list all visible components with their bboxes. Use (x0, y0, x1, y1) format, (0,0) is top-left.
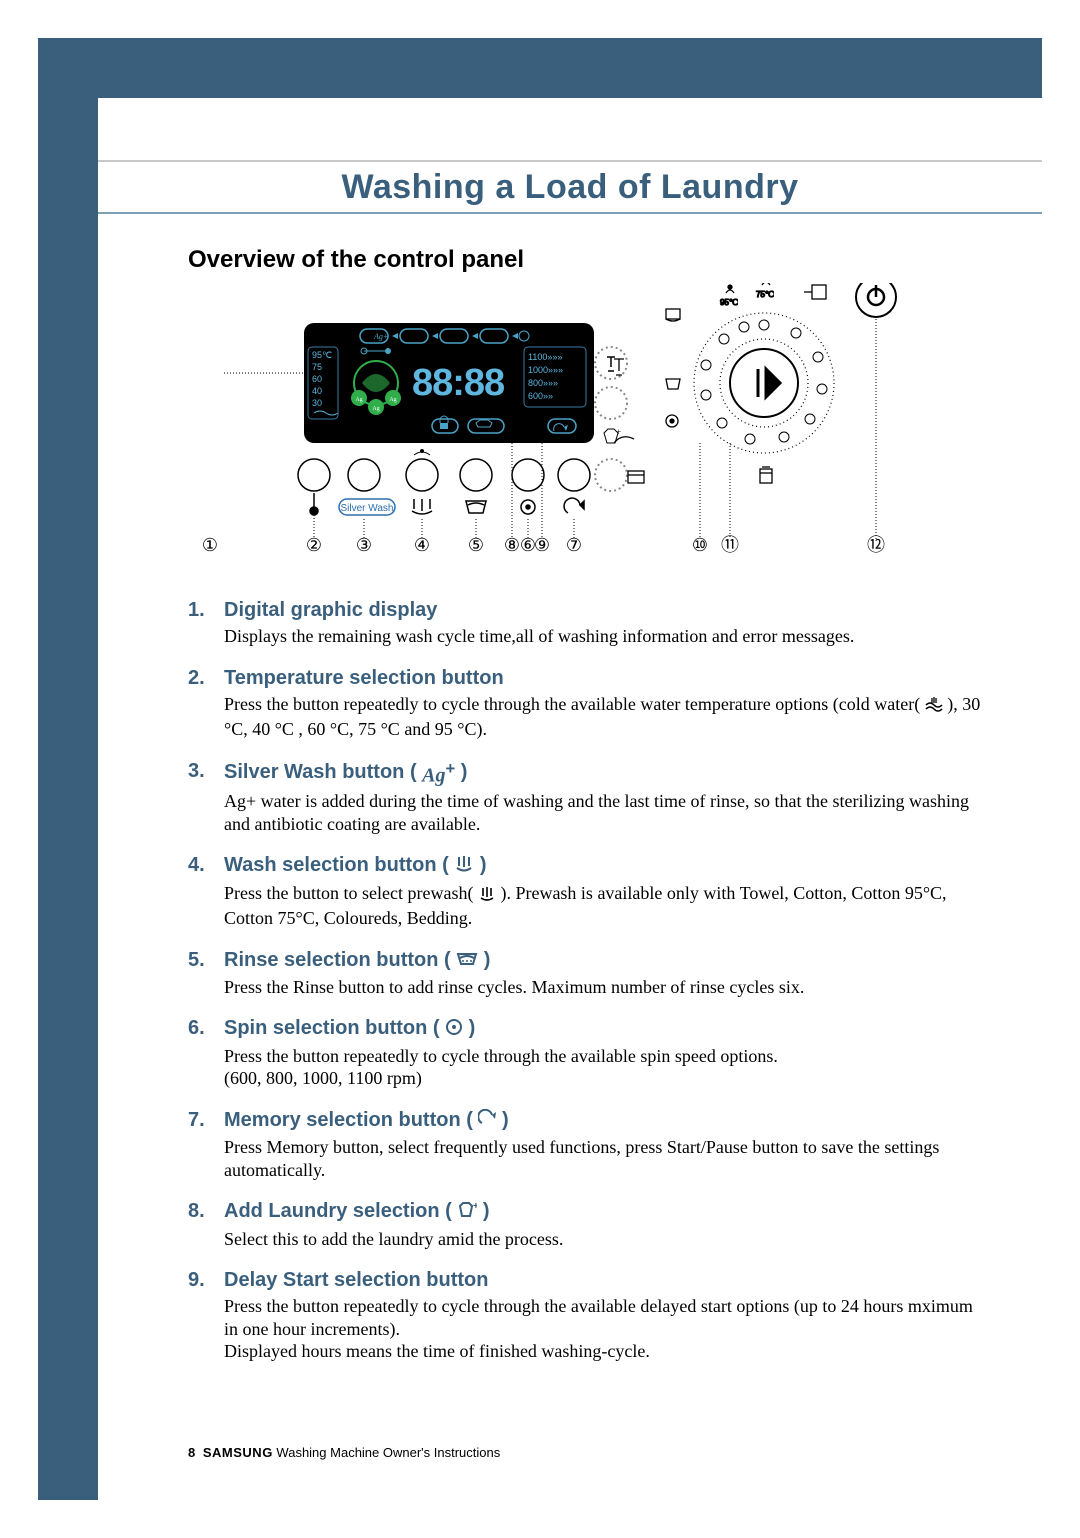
svg-text:+: + (616, 427, 621, 437)
section-heading: Overview of the control panel (188, 246, 524, 274)
svg-text:④: ④ (414, 535, 430, 555)
svg-text:1100»»»: 1100»»» (528, 352, 562, 362)
svg-text:75: 75 (312, 362, 322, 372)
svg-text:800»»»: 800»»» (528, 378, 558, 388)
svg-text:40: 40 (312, 386, 322, 396)
svg-text:⑤: ⑤ (468, 535, 484, 555)
items-list: 1. Digital graphic display Displays the … (188, 598, 982, 1381)
chapter-title-band: Washing a Load of Laundry (98, 160, 1042, 214)
ag-plus-icon: Ag+ (422, 759, 455, 789)
control-panel-diagram: Ag+ 95℃ 75 60 40 30 (164, 283, 954, 573)
item-7-desc: Press Memory button, select frequently u… (224, 1136, 982, 1181)
item-9-desc: Press the button repeatedly to cycle thr… (224, 1295, 982, 1363)
svg-text:⑧: ⑧ (504, 535, 520, 555)
item-8: 8. Add Laundry selection ( + ) Select th… (188, 1199, 982, 1250)
svg-text:⑩: ⑩ (692, 535, 708, 555)
item-5: 5. Rinse selection button ( ) Press the … (188, 948, 982, 999)
svg-text:③: ③ (356, 535, 372, 555)
svg-text:②: ② (306, 535, 322, 555)
memory-icon (478, 1109, 496, 1134)
item-3-desc: Ag+ water is added during the time of wa… (224, 790, 982, 835)
item-7-title: Memory selection button ( (224, 1109, 478, 1131)
prewash-icon (454, 855, 474, 880)
item-7: 7. Memory selection button ( ) Press Mem… (188, 1108, 982, 1181)
item-2-desc: Press the button repeatedly to cycle thr… (224, 693, 982, 741)
svg-text:Ag: Ag (389, 397, 396, 403)
svg-text:⑦: ⑦ (566, 535, 582, 555)
outer-frame: Washing a Load of Laundry Overview of th… (38, 38, 1042, 1500)
svg-text:75℃: 75℃ (756, 290, 774, 299)
cycle-dial: 95℃ 75℃ (614, 283, 834, 483)
item-6-desc: Press the button repeatedly to cycle thr… (224, 1045, 982, 1090)
item-6-title: Spin selection button ( (224, 1017, 445, 1039)
svg-text:1000»»»: 1000»»» (528, 365, 563, 375)
prewash-inline-icon (478, 885, 496, 908)
rinse-icon (456, 949, 478, 974)
svg-text:Silver Wash: Silver Wash (341, 503, 394, 514)
svg-text:600»»: 600»» (528, 391, 553, 401)
item-9: 9. Delay Start selection button Press th… (188, 1268, 982, 1363)
add-laundry-icon: + (457, 1201, 477, 1226)
item-4: 4. Wash selection button ( ) Press the b… (188, 853, 982, 929)
svg-text:Ag+: Ag+ (373, 332, 388, 341)
svg-text:30: 30 (312, 398, 322, 408)
svg-text:Ag: Ag (372, 406, 379, 412)
item-2: 2. Temperature selection button Press th… (188, 666, 982, 741)
svg-text:①: ① (202, 535, 218, 555)
page-content: Washing a Load of Laundry Overview of th… (98, 98, 1042, 1500)
item-1: 1. Digital graphic display Displays the … (188, 598, 982, 648)
svg-text:⑫: ⑫ (867, 535, 885, 555)
chapter-title: Washing a Load of Laundry (341, 168, 798, 207)
item-5-title: Rinse selection button ( (224, 949, 456, 971)
item-4-title: Wash selection button ( (224, 854, 454, 876)
panel-buttons (298, 459, 590, 491)
item-5-desc: Press the Rinse button to add rinse cycl… (224, 976, 982, 999)
svg-text:95℃: 95℃ (312, 350, 332, 360)
svg-text:⑨: ⑨ (534, 535, 550, 555)
svg-text:Ag: Ag (355, 397, 362, 403)
svg-text:⑪: ⑪ (721, 535, 739, 555)
item-2-title: Temperature selection button (224, 667, 504, 689)
page-footer: 8 SAMSUNG Washing Machine Owner's Instru… (188, 1445, 500, 1460)
item-1-title: Digital graphic display (224, 599, 437, 621)
item-8-title: Add Laundry selection ( (224, 1200, 457, 1222)
spin-icon (445, 1018, 463, 1043)
item-1-desc: Displays the remaining wash cycle time,a… (224, 625, 982, 648)
cold-water-icon (925, 696, 943, 719)
item-3-title: Silver Wash button ( (224, 760, 422, 782)
item-8-desc: Select this to add the laundry amid the … (224, 1228, 982, 1251)
item-9-title: Delay Start selection button (224, 1269, 489, 1291)
svg-text:60: 60 (312, 374, 322, 384)
item-3: 3. Silver Wash button ( Ag+ ) Ag+ water … (188, 759, 982, 836)
item-6: 6. Spin selection button ( ) Press the b… (188, 1016, 982, 1089)
svg-text:88:88: 88:88 (412, 362, 504, 404)
item-4-desc: Press the button to select prewash( ). P… (224, 882, 982, 930)
svg-text:95℃: 95℃ (720, 298, 738, 307)
